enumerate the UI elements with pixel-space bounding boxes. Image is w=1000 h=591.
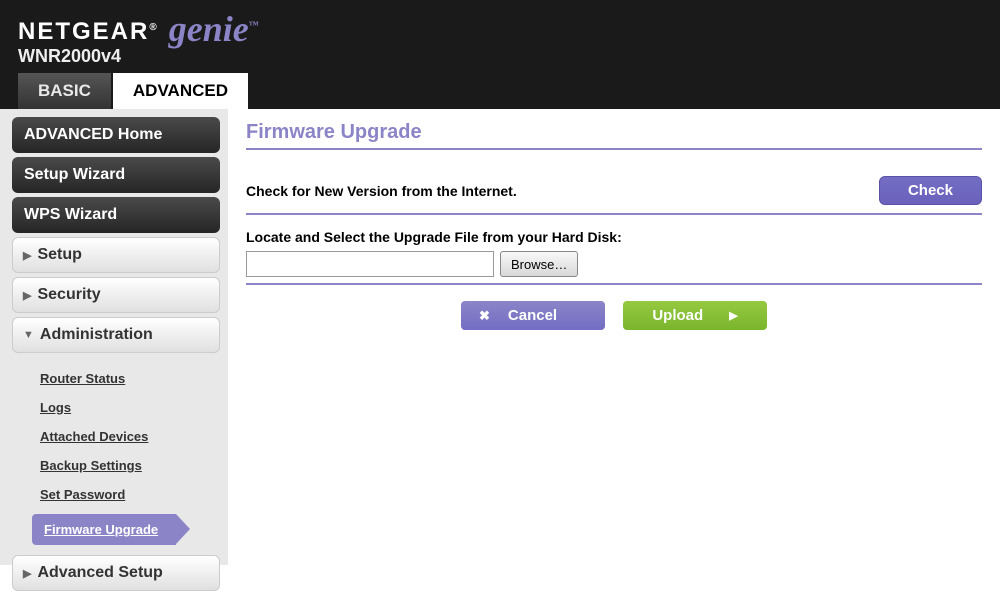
sidebar-section-label: Setup bbox=[37, 246, 81, 264]
page-title: Firmware Upgrade bbox=[246, 121, 982, 144]
sidebar-item-firmware-upgrade[interactable]: Firmware Upgrade bbox=[32, 514, 176, 545]
product-logo: genie™ bbox=[169, 8, 259, 50]
brand-logo: NETGEAR® bbox=[18, 18, 159, 46]
content: Firmware Upgrade Check for New Version f… bbox=[228, 109, 1000, 565]
chevron-right-icon: ▶ bbox=[23, 289, 31, 302]
sidebar-wps-wizard[interactable]: WPS Wizard bbox=[12, 197, 220, 233]
upload-button-label: Upload bbox=[652, 307, 703, 324]
sidebar-section-security[interactable]: ▶ Security bbox=[12, 277, 220, 313]
chevron-right-icon: ▶ bbox=[23, 249, 31, 262]
play-icon: ▶ bbox=[729, 309, 737, 322]
body-area: ADVANCED Home Setup Wizard WPS Wizard ▶ … bbox=[0, 109, 1000, 565]
chevron-right-icon: ▶ bbox=[23, 567, 31, 580]
sidebar-item-set-password[interactable]: Set Password bbox=[32, 481, 220, 508]
sidebar-advanced-home[interactable]: ADVANCED Home bbox=[12, 117, 220, 153]
sidebar-item-router-status[interactable]: Router Status bbox=[32, 365, 220, 392]
upload-button[interactable]: Upload ▶ bbox=[623, 301, 767, 330]
tab-row: BASIC ADVANCED bbox=[0, 73, 1000, 109]
close-icon: ✖ bbox=[479, 308, 490, 324]
cancel-button-label: Cancel bbox=[508, 307, 557, 324]
header: NETGEAR® genie™ WNR2000v4 bbox=[0, 0, 1000, 73]
model-label: WNR2000v4 bbox=[18, 46, 1000, 67]
sidebar-section-label: Advanced Setup bbox=[37, 564, 162, 582]
tab-advanced[interactable]: ADVANCED bbox=[113, 73, 248, 109]
logo-row: NETGEAR® genie™ bbox=[18, 6, 1000, 48]
sidebar-setup-wizard[interactable]: Setup Wizard bbox=[12, 157, 220, 193]
chevron-down-icon: ▼ bbox=[23, 329, 34, 341]
browse-button[interactable]: Browse… bbox=[500, 251, 578, 277]
cancel-button[interactable]: ✖ Cancel bbox=[461, 301, 605, 330]
sidebar-section-advanced-setup[interactable]: ▶ Advanced Setup bbox=[12, 555, 220, 591]
check-label: Check for New Version from the Internet. bbox=[246, 183, 517, 199]
sidebar: ADVANCED Home Setup Wizard WPS Wizard ▶ … bbox=[0, 109, 228, 565]
sidebar-section-label: Security bbox=[37, 286, 100, 304]
sidebar-item-attached-devices[interactable]: Attached Devices bbox=[32, 423, 220, 450]
file-path-input[interactable] bbox=[246, 251, 494, 277]
sidebar-item-logs[interactable]: Logs bbox=[32, 394, 220, 421]
sidebar-item-backup-settings[interactable]: Backup Settings bbox=[32, 452, 220, 479]
divider bbox=[246, 148, 982, 150]
divider bbox=[246, 283, 982, 285]
sidebar-section-label: Administration bbox=[40, 326, 153, 344]
sidebar-section-administration[interactable]: ▼ Administration bbox=[12, 317, 220, 353]
sidebar-section-setup[interactable]: ▶ Setup bbox=[12, 237, 220, 273]
file-row: Browse… bbox=[246, 251, 982, 277]
check-button[interactable]: Check bbox=[879, 176, 982, 205]
action-row: ✖ Cancel Upload ▶ bbox=[246, 301, 982, 330]
check-row: Check for New Version from the Internet.… bbox=[246, 176, 982, 205]
locate-label: Locate and Select the Upgrade File from … bbox=[246, 229, 982, 245]
sidebar-admin-subitems: Router Status Logs Attached Devices Back… bbox=[12, 357, 220, 555]
tab-basic[interactable]: BASIC bbox=[18, 73, 111, 109]
divider bbox=[246, 213, 982, 215]
